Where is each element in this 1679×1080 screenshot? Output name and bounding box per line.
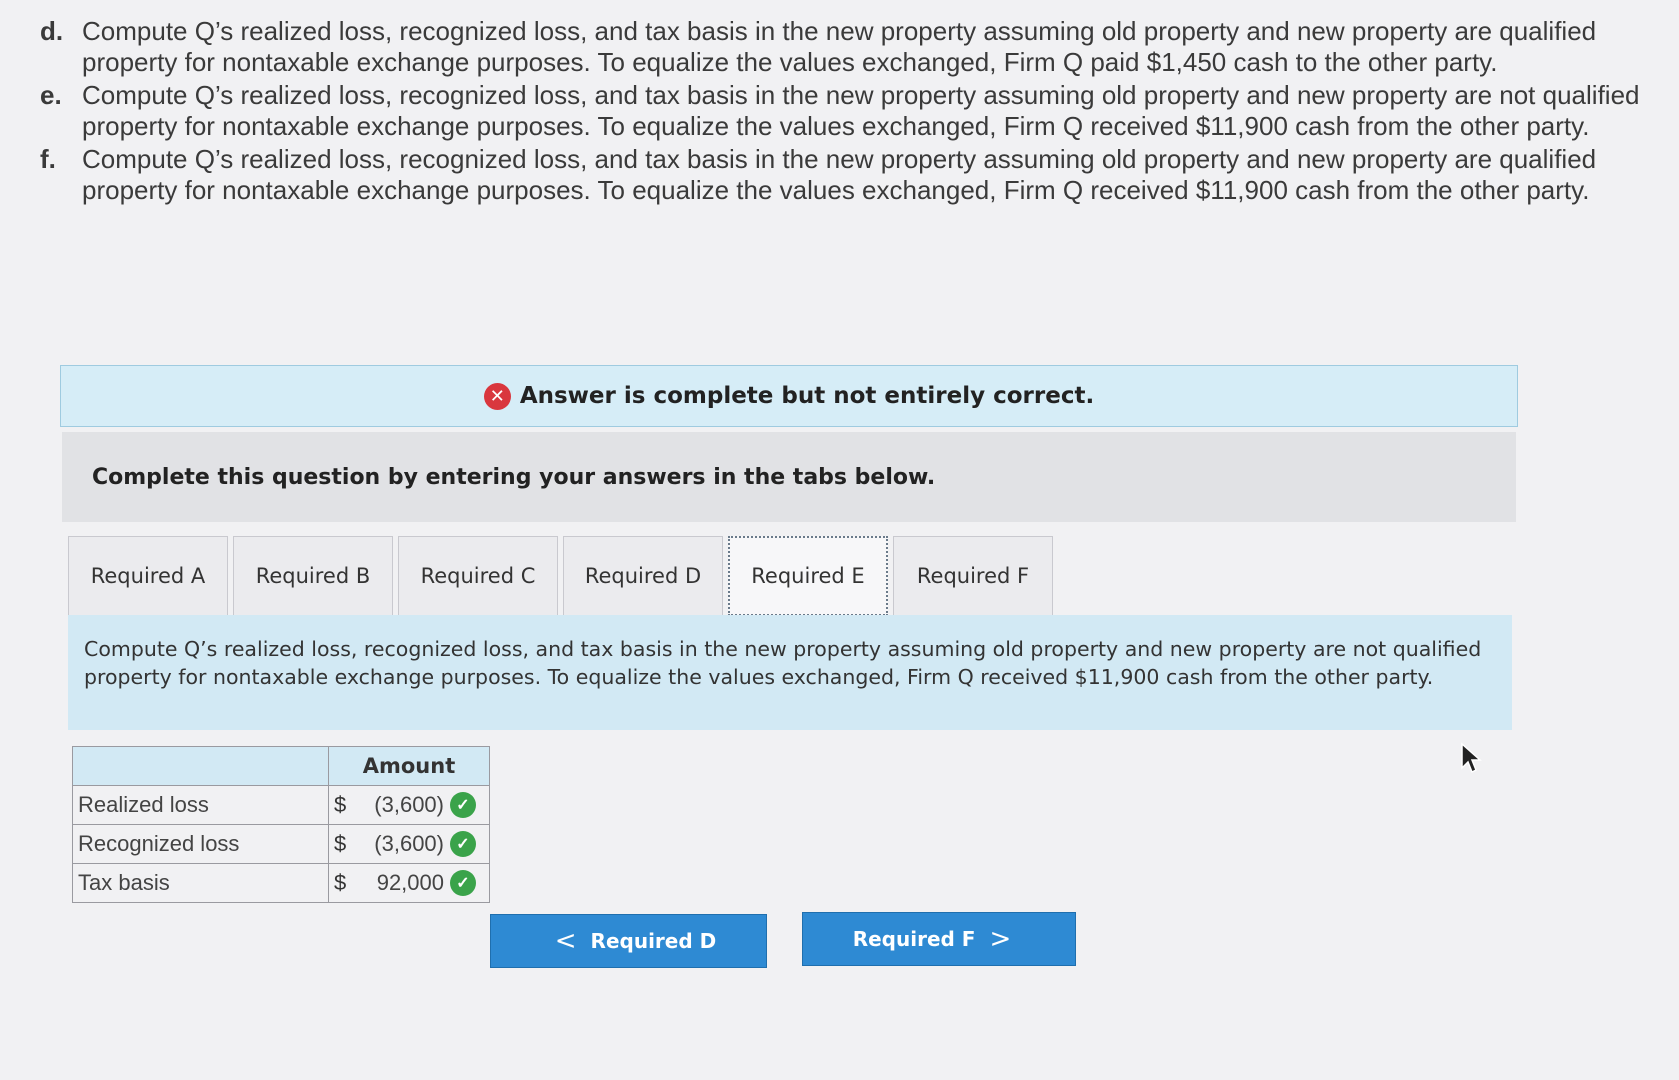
table-row: Tax basis $ 92,000 ✓ — [72, 863, 490, 903]
amount-value: (3,600) — [374, 831, 444, 856]
answer-status-banner: ✕ Answer is complete but not entirely co… — [60, 365, 1518, 427]
question-list: d. Compute Q’s realized loss, recognized… — [40, 16, 1640, 208]
currency-symbol: $ — [334, 870, 347, 895]
table-header-amount: Amount — [328, 746, 490, 786]
amount-value: (3,600) — [374, 792, 444, 817]
tab-required-d[interactable]: Required D — [563, 536, 723, 616]
table-header-blank — [72, 746, 329, 786]
question-letter: e. — [40, 80, 62, 110]
next-button-label: Required F — [852, 927, 976, 951]
check-circle-icon: ✓ — [450, 870, 476, 896]
chevron-right-icon: > — [989, 924, 1012, 954]
prev-required-d-button[interactable]: < Required D — [490, 914, 767, 968]
mouse-cursor-icon — [1461, 742, 1482, 774]
question-d: d. Compute Q’s realized loss, recognized… — [40, 16, 1640, 78]
currency-symbol: $ — [334, 792, 347, 817]
question-letter: d. — [40, 16, 64, 46]
chevron-left-icon: < — [554, 926, 577, 956]
currency-symbol: $ — [334, 831, 347, 856]
amount-input[interactable]: $ 92,000 ✓ — [328, 863, 490, 903]
table-row: Realized loss $ (3,600) ✓ — [72, 785, 490, 825]
x-circle-icon: ✕ — [483, 382, 511, 410]
panel-question-text: Compute Q’s realized loss, recognized lo… — [84, 637, 1482, 689]
question-e: e. Compute Q’s realized loss, recognized… — [40, 80, 1640, 142]
answer-table: Amount Realized loss $ (3,600) ✓ Recogni… — [72, 746, 490, 903]
row-label: Realized loss — [72, 785, 329, 825]
banner-text: Answer is complete but not entirely corr… — [519, 383, 1095, 409]
row-label: Tax basis — [72, 863, 329, 903]
required-tabs: Required A Required B Required C Require… — [68, 536, 1058, 616]
row-label: Recognized loss — [72, 824, 329, 864]
prev-button-label: Required D — [590, 929, 717, 953]
tab-required-f[interactable]: Required F — [893, 536, 1053, 616]
check-circle-icon: ✓ — [450, 831, 476, 857]
question-letter: f. — [40, 144, 56, 174]
next-required-f-button[interactable]: Required F > — [802, 912, 1076, 966]
instruction-bar: Complete this question by entering your … — [62, 432, 1516, 522]
tab-required-a[interactable]: Required A — [68, 536, 228, 616]
table-row: Recognized loss $ (3,600) ✓ — [72, 824, 490, 864]
amount-input[interactable]: $ (3,600) ✓ — [328, 824, 490, 864]
table-header-row: Amount — [72, 746, 490, 786]
tab-required-e[interactable]: Required E — [728, 536, 888, 616]
question-f: f. Compute Q’s realized loss, recognized… — [40, 144, 1640, 206]
tab-required-b[interactable]: Required B — [233, 536, 393, 616]
amount-value: 92,000 — [376, 870, 444, 895]
amount-input[interactable]: $ (3,600) ✓ — [328, 785, 490, 825]
check-circle-icon: ✓ — [450, 792, 476, 818]
tab-required-c[interactable]: Required C — [398, 536, 558, 616]
instruction-text: Complete this question by entering your … — [92, 464, 936, 490]
question-text: Compute Q’s realized loss, recognized lo… — [82, 80, 1640, 141]
question-text: Compute Q’s realized loss, recognized lo… — [82, 144, 1597, 205]
tab-panel-prompt: Compute Q’s realized loss, recognized lo… — [68, 615, 1512, 730]
question-text: Compute Q’s realized loss, recognized lo… — [82, 16, 1597, 77]
